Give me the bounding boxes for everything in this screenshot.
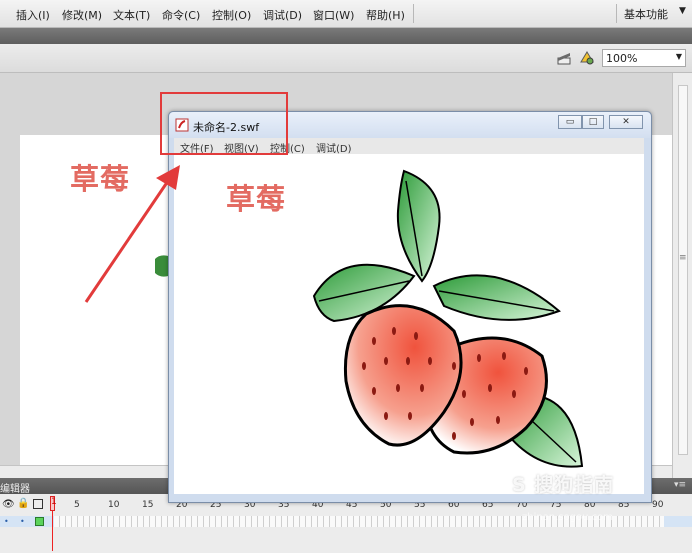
menu-debug[interactable]: 调试(D) xyxy=(263,7,302,23)
menu-window[interactable]: 窗口(W) xyxy=(313,7,354,23)
menu-modify[interactable]: 修改(M) xyxy=(62,7,102,23)
frame-number: 15 xyxy=(142,500,154,510)
playhead-line xyxy=(52,511,53,551)
current-frame: 1 xyxy=(51,497,57,507)
edit-scene-icon[interactable] xyxy=(556,50,572,66)
zoom-select[interactable]: 100% ▼ xyxy=(602,49,686,67)
watermark: S 搜狗指南 xyxy=(512,474,615,496)
zoom-value: 100% xyxy=(606,52,638,65)
layer-color-icon[interactable] xyxy=(35,517,44,526)
frame-number: 10 xyxy=(108,500,120,510)
panel-menu-icon[interactable]: ▾≡ xyxy=(674,480,686,490)
chevron-down-icon[interactable]: ▼ xyxy=(679,6,686,16)
close-button[interactable]: ✕ xyxy=(609,115,643,129)
document-tab-strip xyxy=(0,28,692,44)
strawberry-illustration xyxy=(312,169,584,468)
scrollbar-thumb[interactable] xyxy=(678,85,688,455)
panel-title[interactable]: 编辑器 xyxy=(0,480,30,495)
menu-divider xyxy=(413,4,414,23)
outline-icon[interactable] xyxy=(33,499,43,509)
highlight-box xyxy=(160,92,288,155)
workspace-switcher[interactable]: 基本功能 xyxy=(624,6,668,22)
eye-icon[interactable]: 👁 xyxy=(2,499,15,510)
menu-divider xyxy=(616,4,617,23)
grip-icon: ≡ xyxy=(679,253,687,263)
swf-content: 草莓 xyxy=(174,154,644,494)
lock-dot-icon[interactable]: • xyxy=(20,517,25,526)
edit-symbols-icon[interactable] xyxy=(579,50,595,66)
maximize-button[interactable]: □ xyxy=(582,115,604,129)
frame-number: 5 xyxy=(74,500,80,510)
menu-help[interactable]: 帮助(H) xyxy=(366,7,405,23)
watermark-url: zhinan.sogou.com xyxy=(522,512,614,523)
vertical-scrollbar[interactable]: ≡ xyxy=(672,73,692,478)
chevron-down-icon: ▼ xyxy=(675,52,682,61)
menu-insert[interactable]: 插入(I) xyxy=(16,7,50,23)
visible-dot-icon[interactable]: • xyxy=(4,517,9,526)
menu-text[interactable]: 文本(T) xyxy=(113,7,150,23)
swf-menu-debug[interactable]: 调试(D) xyxy=(316,140,352,155)
menu-bar: 插入(I) 修改(M) 文本(T) 命令(C) 控制(O) 调试(D) 窗口(W… xyxy=(0,0,692,28)
minimize-button[interactable]: ▭ xyxy=(558,115,582,129)
menu-control[interactable]: 控制(O) xyxy=(212,7,251,23)
swf-player-window[interactable]: 未命名-2.swf ▭ □ ✕ 文件(F) 视图(V) 控制(C) 调试(D) … xyxy=(168,111,652,503)
menu-commands[interactable]: 命令(C) xyxy=(162,7,200,23)
arrow-icon xyxy=(84,165,180,303)
lock-icon[interactable]: 🔒 xyxy=(17,498,29,509)
frame-number: 90 xyxy=(652,500,664,510)
swf-text: 草莓 xyxy=(226,182,287,216)
